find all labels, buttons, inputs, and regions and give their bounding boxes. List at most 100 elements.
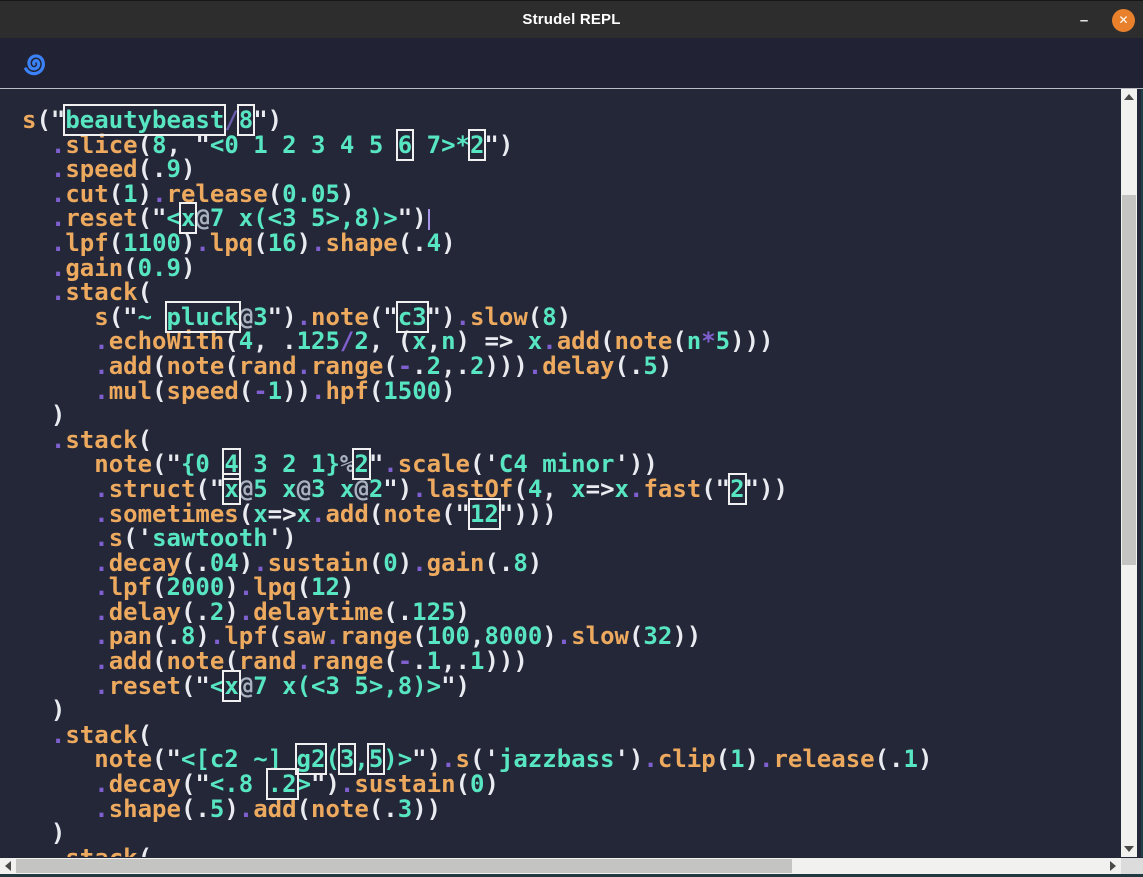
code-token: x xyxy=(297,500,311,528)
code-token: )) xyxy=(282,377,311,405)
code-token: . xyxy=(311,229,325,257)
scroll-right-button[interactable] xyxy=(1105,858,1121,874)
code-line[interactable]: .stack( xyxy=(22,846,1121,857)
code-token: 7>* xyxy=(412,131,470,159)
scroll-down-button[interactable] xyxy=(1121,841,1137,857)
code-line[interactable]: .stack( xyxy=(22,723,1121,748)
code-token: ) xyxy=(542,622,556,650)
window-right-edge xyxy=(1137,89,1143,857)
code-line[interactable]: note("<[c2 ~] g2(3,5)>").s('jazzbass').c… xyxy=(22,747,1121,772)
code-line[interactable]: ) xyxy=(22,698,1121,723)
code-token: gain xyxy=(427,549,485,577)
code-token: ))) xyxy=(730,327,773,355)
code-token: ) xyxy=(745,745,759,773)
code-token: 5 xyxy=(716,327,730,355)
code-token: "))) xyxy=(499,500,557,528)
code-token: ( xyxy=(224,647,238,675)
code-token: ) xyxy=(297,229,311,257)
code-token: ") xyxy=(441,672,470,700)
code-token: => xyxy=(586,475,615,503)
code-line[interactable]: s("~ pluck@3").note("c3").slow(8) xyxy=(22,305,1121,330)
code-line[interactable]: .speed(.9) xyxy=(22,157,1121,182)
code-line[interactable]: .echoWith(4, .125/2, (x,n) => x.add(note… xyxy=(22,329,1121,354)
code-line[interactable]: .lpf(2000).lpq(12) xyxy=(22,575,1121,600)
code-token: . xyxy=(311,500,325,528)
code-line[interactable]: .stack( xyxy=(22,428,1121,453)
window-titlebar[interactable]: Strudel REPL – ✕ xyxy=(0,0,1143,38)
code-line[interactable]: .add(note(rand.range(-.2,.2))).delay(.5) xyxy=(22,354,1121,379)
code-token: ( xyxy=(369,549,383,577)
horizontal-scrollbar-thumb[interactable] xyxy=(16,859,792,873)
code-line[interactable]: ) xyxy=(22,821,1121,846)
code-line[interactable]: .struct("x@5 x@3 x@2").lastOf(4, x=>x.fa… xyxy=(22,477,1121,502)
code-token: jazzbass xyxy=(499,745,615,773)
code-token: delay xyxy=(542,352,614,380)
code-line[interactable]: .delay(.2).delaytime(.125) xyxy=(22,600,1121,625)
code-token: ) xyxy=(441,377,455,405)
code-token: reset xyxy=(109,672,181,700)
code-token: ) xyxy=(224,795,238,823)
code-line[interactable]: .cut(1).release(0.05) xyxy=(22,182,1121,207)
code-line[interactable]: .decay("<.8 .2>").sustain(0) xyxy=(22,772,1121,797)
code-token: . xyxy=(195,229,209,257)
code-line[interactable]: .sometimes(x=>x.add(note("12"))) xyxy=(22,502,1121,527)
code-line[interactable]: s("beautybeast/8") xyxy=(22,108,1121,133)
scroll-left-button[interactable] xyxy=(0,858,16,874)
code-token: ( xyxy=(253,229,267,257)
code-token: . xyxy=(94,672,108,700)
code-token: ( xyxy=(672,327,686,355)
close-button[interactable]: ✕ xyxy=(1112,9,1135,32)
code-line[interactable]: .slice(8, "<0 1 2 3 4 5 6 7>*2") xyxy=(22,133,1121,158)
code-token: ') xyxy=(614,745,643,773)
active-highlight-box: 2 xyxy=(470,131,484,159)
code-token: )) xyxy=(672,622,701,650)
code-token: 32 xyxy=(643,622,672,650)
code-line[interactable]: .gain(0.9) xyxy=(22,256,1121,281)
horizontal-scrollbar[interactable] xyxy=(0,858,1121,874)
code-token: (. xyxy=(484,549,513,577)
code-line[interactable]: .mul(speed(-1)).hpf(1500) xyxy=(22,379,1121,404)
code-line[interactable]: note("{0 4 3 2 1}%2".scale('C4 minor')) xyxy=(22,452,1121,477)
code-line[interactable]: ) xyxy=(22,403,1121,428)
code-lines[interactable]: s("beautybeast/8") .slice(8, "<0 1 2 3 4… xyxy=(0,89,1121,857)
minimize-button[interactable]: – xyxy=(1074,12,1094,29)
vertical-scrollbar[interactable] xyxy=(1121,89,1137,857)
close-icon: ✕ xyxy=(1118,14,1128,26)
code-token: speed xyxy=(167,377,239,405)
code-token: x xyxy=(571,475,585,503)
code-token: ( xyxy=(239,377,253,405)
code-token: ) xyxy=(181,254,195,282)
code-line[interactable]: .reset("<x@7 x(<3 5>,8)>") xyxy=(22,674,1121,699)
arrow-down-icon xyxy=(1124,846,1134,852)
code-token: 5 xyxy=(210,795,224,823)
code-token: 0 xyxy=(383,549,397,577)
strudel-logo-icon[interactable] xyxy=(20,47,52,79)
code-token: add xyxy=(325,500,368,528)
code-token: ")) xyxy=(745,475,788,503)
code-editor[interactable]: s("beautybeast/8") .slice(8, "<0 1 2 3 4… xyxy=(0,89,1121,857)
code-token: . xyxy=(94,795,108,823)
code-token: (" xyxy=(181,672,210,700)
code-token: 3 xyxy=(398,795,412,823)
code-token xyxy=(22,844,51,857)
active-highlight-box: 2 xyxy=(730,475,744,503)
arrow-right-icon xyxy=(1110,861,1116,871)
code-token: . xyxy=(557,622,571,650)
code-line[interactable]: .stack( xyxy=(22,280,1121,305)
code-line[interactable]: .pan(.8).lpf(saw.range(100,8000).slow(32… xyxy=(22,624,1121,649)
code-line[interactable]: .lpf(1100).lpq(16).shape(.4) xyxy=(22,231,1121,256)
vertical-scrollbar-thumb[interactable] xyxy=(1122,195,1136,565)
code-token: 1500 xyxy=(383,377,441,405)
code-token: 5 xyxy=(643,352,657,380)
code-token: slow xyxy=(571,622,629,650)
code-token: 4 xyxy=(427,229,441,257)
code-line[interactable]: .reset("<x@7 x(<3 5>,8)>") xyxy=(22,206,1121,231)
code-token: shape xyxy=(326,229,398,257)
code-token: clip xyxy=(658,745,716,773)
code-line[interactable]: .shape(.5).add(note(.3)) xyxy=(22,797,1121,822)
scroll-up-button[interactable] xyxy=(1121,89,1137,105)
code-token: ( xyxy=(629,622,643,650)
code-line[interactable]: .decay(.04).sustain(0).gain(.8) xyxy=(22,551,1121,576)
code-line[interactable]: .s('sawtooth') xyxy=(22,526,1121,551)
code-line[interactable]: .add(note(rand.range(-.1,.1))) xyxy=(22,649,1121,674)
